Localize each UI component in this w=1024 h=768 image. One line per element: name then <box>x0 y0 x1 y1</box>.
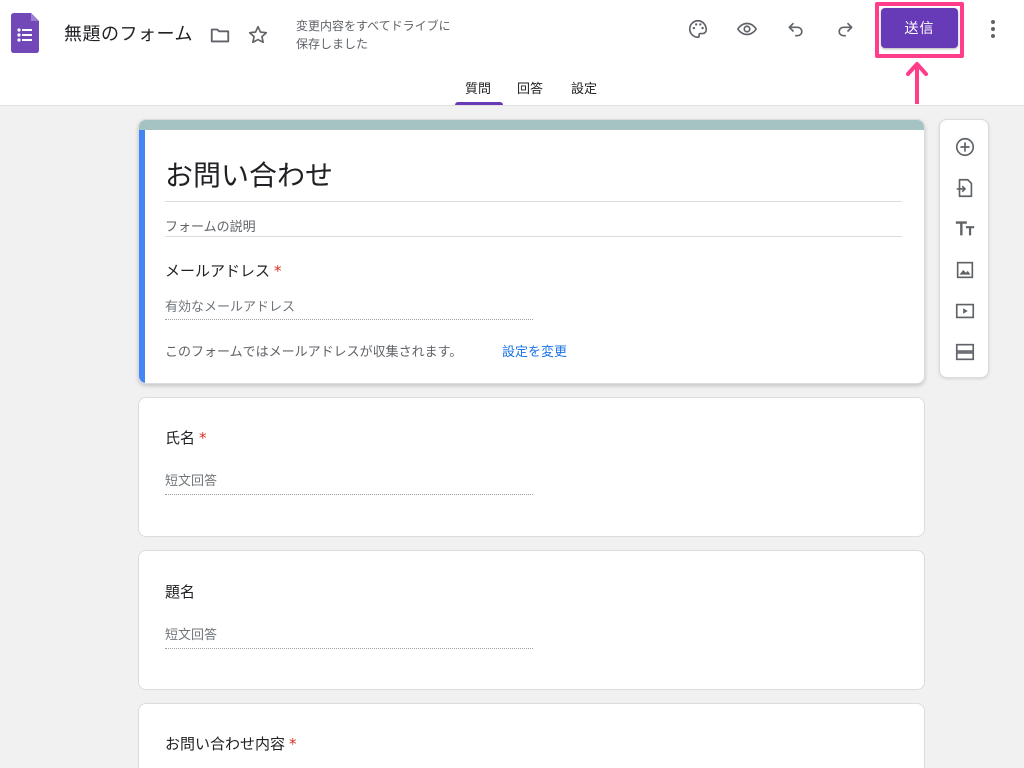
title-underline <box>165 201 902 202</box>
palette-icon[interactable] <box>684 15 712 43</box>
form-header-card[interactable]: お問い合わせ フォームの説明 メールアドレス * 有効なメールアドレス このフォー… <box>138 119 925 384</box>
change-settings-link[interactable]: 設定を変更 <box>502 341 567 360</box>
required-mark: * <box>199 429 207 447</box>
required-mark: * <box>274 262 282 280</box>
email-answer-placeholder: 有効なメールアドレス <box>165 300 296 315</box>
send-button[interactable]: 送信 <box>881 8 958 48</box>
card-top-stripe <box>139 120 924 130</box>
side-toolbar <box>939 119 989 378</box>
tab-responses[interactable]: 回答 <box>517 78 543 97</box>
question-card-name[interactable]: 氏名 * 短文回答 <box>138 397 925 537</box>
folder-icon[interactable] <box>206 21 234 49</box>
form-description-input[interactable]: フォームの説明 <box>165 216 256 235</box>
save-status: 変更内容をすべてドライブに 保存しました <box>296 19 451 51</box>
answer-underline <box>165 319 533 320</box>
undo-icon[interactable] <box>782 15 810 43</box>
form-title[interactable]: お問い合わせ <box>165 154 333 194</box>
add-video-icon[interactable] <box>952 298 978 324</box>
short-answer-placeholder: 短文回答 <box>165 628 218 643</box>
add-image-icon[interactable] <box>952 257 978 283</box>
short-answer-placeholder: 短文回答 <box>165 474 218 489</box>
tab-questions[interactable]: 質問 <box>465 78 491 97</box>
description-underline <box>165 236 902 237</box>
preview-eye-icon[interactable] <box>733 15 761 43</box>
add-title-icon[interactable] <box>952 216 978 242</box>
more-vert-icon[interactable] <box>979 15 1007 43</box>
import-questions-icon[interactable] <box>952 175 978 201</box>
star-icon[interactable] <box>244 21 272 49</box>
answer-underline <box>165 494 533 495</box>
email-question-label: メールアドレス * <box>165 262 282 280</box>
tab-bar: 質問 回答 設定 <box>0 74 1024 106</box>
top-bar: 無題のフォーム 変更内容をすべてドライブに 保存しました 送信 質問 回答 設定 <box>0 0 1024 106</box>
question-label: お問い合わせ内容 * <box>165 735 297 753</box>
active-card-indicator <box>139 130 145 383</box>
required-mark: * <box>289 735 297 753</box>
document-title[interactable]: 無題のフォーム <box>64 20 193 46</box>
redo-icon[interactable] <box>831 15 859 43</box>
question-card-subject[interactable]: 題名 短文回答 <box>138 550 925 690</box>
tab-settings[interactable]: 設定 <box>571 78 597 97</box>
forms-app-logo-icon[interactable] <box>11 13 39 53</box>
email-collection-note: このフォームではメールアドレスが収集されます。 <box>165 345 463 360</box>
add-section-icon[interactable] <box>952 339 978 365</box>
question-label: 題名 <box>165 583 196 601</box>
answer-underline <box>165 648 533 649</box>
question-label: 氏名 * <box>165 429 207 447</box>
question-card-inquiry[interactable]: お問い合わせ内容 * <box>138 703 925 768</box>
add-question-icon[interactable] <box>952 134 978 160</box>
active-tab-indicator <box>455 102 503 105</box>
